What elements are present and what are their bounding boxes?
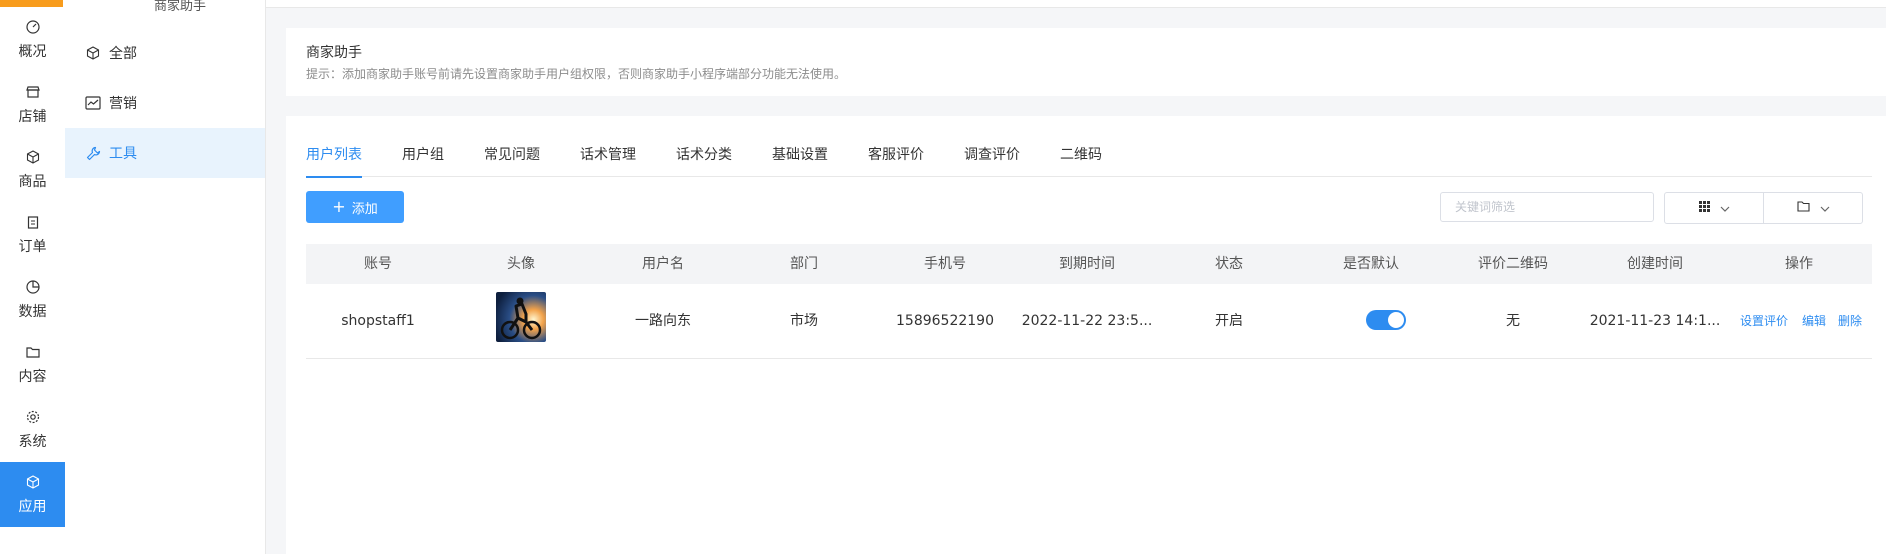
sidebar-item-label: 商品 [18, 173, 47, 190]
column-header: 用户名 [642, 256, 684, 272]
notice-panel: 商家助手 提示：添加商家助手账号前请先设置商家助手用户组权限，否则商家助手小程序… [286, 28, 1886, 96]
main-sidebar: 概况 店铺 商品 订单 数据 内容 系统 应用 [0, 0, 66, 554]
wrench-icon [85, 145, 101, 161]
user-table: 账号 头像 用户名 部门 手机号 到期时间 状态 是否默认 评价二维码 创建时间… [306, 244, 1872, 359]
sidebar-item-label: 概况 [18, 43, 47, 60]
sidebar-item-data[interactable]: 数据 [0, 267, 65, 332]
toggle-knob [1388, 312, 1404, 328]
column-header: 操作 [1785, 256, 1813, 272]
tab-faq[interactable]: 常见问题 [484, 146, 540, 176]
qrcode-cell: 无 [1506, 313, 1520, 329]
delete-link[interactable]: 删除 [1838, 284, 1862, 358]
column-header: 头像 [507, 256, 535, 272]
chart-line-icon [85, 95, 101, 111]
sidebar-item-apps[interactable]: 应用 [0, 462, 65, 527]
column-header: 是否默认 [1343, 256, 1399, 272]
chevron-down-icon [1720, 201, 1730, 216]
keyword-filter-input[interactable] [1440, 192, 1654, 222]
column-header: 评价二维码 [1478, 256, 1548, 272]
tab-user-group[interactable]: 用户组 [402, 146, 444, 176]
expire-time-cell: 2022-11-22 23:5... [1021, 313, 1153, 329]
sidebar-item-goods[interactable]: 商品 [0, 137, 65, 202]
shop-icon [25, 84, 41, 100]
plus-icon: + [332, 197, 346, 216]
account-cell: shopstaff1 [341, 313, 415, 329]
edit-link[interactable]: 编辑 [1802, 284, 1826, 358]
sidebar-item-content[interactable]: 内容 [0, 332, 65, 397]
subnav-item-label: 全部 [109, 46, 137, 62]
top-header-bar [266, 0, 1886, 8]
sidebar-item-label: 应用 [18, 498, 47, 515]
tab-script-management[interactable]: 话术管理 [580, 146, 636, 176]
cube-icon [25, 149, 41, 165]
notice-description: 提示：添加商家助手账号前请先设置商家助手用户组权限，否则商家助手小程序端部分功能… [306, 67, 847, 81]
chevron-down-icon [1820, 201, 1830, 216]
avatar [496, 292, 546, 342]
column-header: 部门 [790, 256, 818, 272]
tab-survey-rating[interactable]: 调查评价 [964, 146, 1020, 176]
cube-icon [85, 45, 101, 61]
sidebar-item-orders[interactable]: 订单 [0, 202, 65, 267]
status-cell: 开启 [1215, 313, 1243, 329]
sidebar-item-label: 订单 [18, 238, 47, 255]
sidebar-item-system[interactable]: 系统 [0, 397, 65, 462]
grid-icon [1698, 200, 1710, 216]
tab-basic-settings[interactable]: 基础设置 [772, 146, 828, 176]
sidebar-item-overview[interactable]: 概况 [0, 7, 65, 72]
subnav-item-marketing[interactable]: 营销 [65, 78, 265, 128]
column-header: 账号 [364, 256, 392, 272]
tab-script-category[interactable]: 话术分类 [676, 146, 732, 176]
column-header: 创建时间 [1627, 256, 1683, 272]
sidebar-item-label: 内容 [18, 368, 47, 385]
pie-icon [25, 279, 41, 295]
column-header: 状态 [1215, 256, 1243, 272]
add-button-label: 添加 [351, 201, 378, 217]
sidebar-item-label: 系统 [18, 433, 47, 450]
tab-user-list[interactable]: 用户列表 [306, 146, 362, 178]
export-dropdown[interactable] [1763, 192, 1863, 224]
add-button[interactable]: + 添加 [306, 191, 404, 223]
tab-service-rating[interactable]: 客服评价 [868, 146, 924, 176]
folder-icon [25, 344, 41, 360]
column-header: 手机号 [924, 256, 966, 272]
username-cell: 一路向东 [635, 313, 691, 329]
sidebar-item-shop[interactable]: 店铺 [0, 72, 65, 137]
sidebar-item-label: 数据 [18, 303, 47, 320]
subnav-title: 商家助手 [95, 0, 265, 14]
column-header: 到期时间 [1059, 256, 1115, 272]
grid-view-dropdown[interactable] [1664, 192, 1764, 224]
cube-icon [25, 474, 41, 490]
sub-navigation: 商家助手 全部 营销 工具 [65, 0, 266, 554]
subnav-item-tools[interactable]: 工具 [65, 128, 265, 178]
set-rating-link[interactable]: 设置评价 [1740, 284, 1788, 358]
subnav-item-all[interactable]: 全部 [65, 28, 265, 78]
sidebar-item-label: 店铺 [18, 108, 47, 125]
gear-icon [25, 409, 41, 425]
sidebar-top-accent [0, 0, 63, 7]
table-header: 账号 头像 用户名 部门 手机号 到期时间 状态 是否默认 评价二维码 创建时间… [306, 244, 1872, 284]
folder-icon [1796, 200, 1810, 216]
table-row: shopstaff1 一路向东 市场 15896522190 2022-11-2… [306, 284, 1872, 359]
department-cell: 市场 [790, 313, 818, 329]
tab-bar: 用户列表 用户组 常见问题 话术管理 话术分类 基础设置 客服评价 调查评价 二… [306, 146, 1872, 178]
notice-title: 商家助手 [306, 45, 362, 61]
subnav-item-label: 营销 [109, 96, 137, 112]
tab-qrcode[interactable]: 二维码 [1060, 146, 1102, 176]
phone-cell: 15896522190 [896, 313, 994, 329]
main-panel: 用户列表 用户组 常见问题 话术管理 话术分类 基础设置 客服评价 调查评价 二… [286, 116, 1886, 554]
created-time-cell: 2021-11-23 14:1... [1589, 313, 1721, 329]
subnav-item-label: 工具 [109, 146, 137, 162]
clipboard-icon [25, 214, 41, 230]
default-toggle[interactable] [1366, 310, 1406, 330]
dashboard-icon [25, 19, 41, 35]
